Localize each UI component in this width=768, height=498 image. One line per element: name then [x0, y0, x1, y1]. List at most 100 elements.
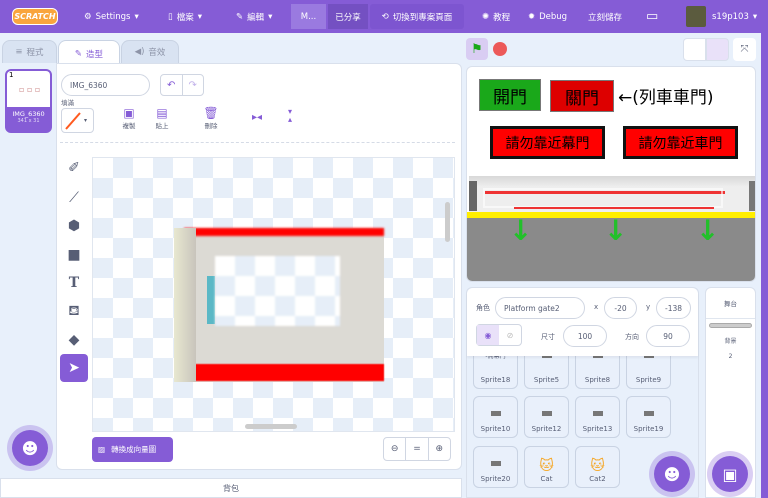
paste-button[interactable]: ▤ 貼上 — [151, 106, 173, 130]
settings-menu[interactable]: ⚙ Settings ▾ — [84, 0, 139, 33]
costume-item[interactable]: 1 ▫ ▫ ▫ IMG_6360 341 x 31 — [5, 69, 52, 133]
small-stage-button[interactable] — [683, 38, 706, 61]
eye-icon[interactable]: ◉ — [477, 325, 499, 345]
platform-door-warning: 請勿靠近幕門 — [490, 126, 605, 159]
x-input[interactable]: -20 — [604, 297, 637, 319]
account-menu[interactable]: s19p103 ▾ — [712, 0, 757, 33]
file-menu[interactable]: ▯ 檔案 ▾ — [168, 0, 202, 33]
convert-to-vector-button[interactable]: ▨ 轉換成向量圖 — [92, 437, 173, 462]
stage-canvas[interactable]: 開門 關門 ←(列車車門) 請勿靠近幕門 請勿靠近車門 ↓ ↓ ↓ — [466, 66, 756, 282]
select-tool[interactable]: ➤ — [60, 354, 88, 382]
speaker-icon: ◀) — [134, 47, 145, 57]
brush-icon: ✎ — [74, 48, 83, 59]
sprite-tile[interactable]: 🐱 Cat2 — [575, 446, 620, 488]
image-icon: ▨ — [98, 445, 106, 454]
pencil-icon: ✎ — [236, 11, 244, 22]
redo-icon[interactable]: ↷ — [183, 75, 204, 95]
brush-tool[interactable]: ✐ — [60, 154, 88, 182]
undo-icon[interactable]: ↶ — [161, 75, 183, 95]
cat-icon: 🐱 — [539, 458, 554, 474]
vertical-scrollbar[interactable] — [445, 202, 450, 242]
cat-icon: 🐱 — [590, 458, 605, 474]
cat-add-icon: ☻ — [663, 464, 681, 484]
choose-costume-button[interactable]: ☻ — [12, 430, 48, 466]
switch-icon: ⟲ — [381, 11, 389, 22]
tab-code[interactable]: ≡ 程式 — [2, 40, 57, 64]
bug-icon: ✹ — [528, 11, 536, 22]
file-icon: ▯ — [168, 11, 173, 22]
sprite-tile[interactable]: Sprite20 — [473, 446, 518, 488]
sprite-tile[interactable]: Sprite13 — [575, 396, 620, 438]
horizontal-scrollbar[interactable] — [245, 424, 297, 429]
green-flag-icon[interactable]: ⚑ — [466, 38, 488, 60]
sprite-tile[interactable]: Sprite19 — [626, 396, 671, 438]
debug-button[interactable]: ✹ Debug — [528, 0, 567, 33]
fill-tool[interactable]: ⛾ — [60, 298, 88, 326]
choose-backdrop-button[interactable]: ▣ — [712, 456, 748, 492]
caret-down-icon: ▾ — [134, 11, 139, 22]
sprite-tile[interactable]: Sprite12 — [524, 396, 569, 438]
sprite-tile[interactable]: Sprite10 — [473, 396, 518, 438]
eye-hidden-icon[interactable]: ⊘ — [499, 325, 521, 345]
trash-icon: 🗑 — [203, 106, 219, 120]
sprite-info: 角色 Platform gate2 x -20 y -138 ◉ ⊘ 尺寸 10… — [467, 288, 698, 356]
direction-input[interactable]: 90 — [646, 325, 690, 347]
image-add-icon: ▣ — [722, 464, 738, 484]
size-input[interactable]: 100 — [563, 325, 607, 347]
code-icon: ≡ — [15, 47, 23, 57]
tutorials-button[interactable]: ✺ 教程 — [482, 0, 510, 33]
stop-icon[interactable] — [493, 42, 507, 56]
tab-sounds[interactable]: ◀) 音效 — [121, 40, 179, 64]
scratch-logo[interactable]: SCRATCH — [12, 8, 58, 25]
delete-button[interactable]: 🗑 刪除 — [200, 106, 222, 130]
sprite-name-input[interactable]: Platform gate2 — [495, 297, 585, 319]
shared-button[interactable]: 已分享 — [328, 4, 368, 29]
backdrop-thumbnail — [709, 323, 752, 328]
edit-menu[interactable]: ✎ 編輯 ▾ — [236, 0, 272, 33]
zoom-in-icon[interactable]: ⊕ — [429, 438, 450, 460]
train-door-warning: 請勿靠近車門 — [623, 126, 738, 159]
save-now-button[interactable]: 立刻儲存 — [588, 0, 622, 33]
rectangle-tool[interactable]: ■ — [60, 241, 88, 269]
train-doors-note: ←(列車車門) — [618, 87, 714, 108]
open-door-button[interactable]: 開門 — [479, 79, 541, 111]
gear-icon: ⚙ — [84, 11, 92, 22]
caret-down-icon: ▾ — [84, 117, 88, 124]
costume-image — [174, 228, 384, 382]
sprite-tile[interactable]: 🐱 Cat — [524, 446, 569, 488]
see-project-page-button[interactable]: ⟲ 切換到專案頁面 — [370, 4, 464, 29]
eraser-tool[interactable]: ◆ — [60, 326, 88, 354]
train-sprite — [469, 176, 755, 212]
divider — [60, 142, 455, 143]
y-input[interactable]: -138 — [656, 297, 691, 319]
text-tool[interactable]: T — [60, 269, 88, 297]
flip-horizontal-icon[interactable]: ▸◂ — [252, 112, 262, 123]
flip-vertical-icon[interactable]: ▾ ▴ — [288, 108, 292, 124]
costume-thumbnail: ▫ ▫ ▫ — [19, 85, 41, 94]
caret-down-icon: ▾ — [197, 11, 202, 22]
copy-button[interactable]: ▣ 複製 — [118, 106, 140, 130]
choose-sprite-button[interactable]: ☻ — [654, 456, 690, 492]
caret-down-icon: ▾ — [752, 11, 758, 22]
arrow-down-icon: ↓ — [696, 214, 720, 247]
line-tool[interactable]: ⟋ — [60, 184, 88, 212]
zoom-reset-button[interactable]: = — [406, 438, 429, 460]
lightbulb-icon: ✺ — [482, 11, 490, 22]
large-stage-button[interactable] — [706, 38, 729, 61]
cat-add-icon: ☻ — [21, 438, 39, 458]
caret-down-icon: ▾ — [268, 11, 273, 22]
paint-canvas[interactable] — [92, 157, 455, 432]
close-door-button[interactable]: 關門 — [550, 80, 614, 112]
folder-icon[interactable]: ▭ — [646, 0, 658, 33]
zoom-controls: ⊖ = ⊕ — [383, 437, 451, 461]
costume-name-input[interactable]: IMG_6360 — [61, 74, 150, 96]
project-title-input[interactable]: M... — [291, 4, 326, 29]
arrow-down-icon: ↓ — [604, 214, 628, 247]
backpack[interactable]: 背包 — [0, 478, 462, 498]
menu-bar: SCRATCH ⚙ Settings ▾ ▯ 檔案 ▾ ✎ 編輯 ▾ M... 已分享 ⟲ 切… — [0, 0, 768, 33]
fill-color-picker[interactable]: ▾ — [61, 108, 94, 133]
circle-tool[interactable]: ⬢ — [60, 212, 88, 240]
fullscreen-icon[interactable]: ⤧ — [733, 38, 756, 61]
avatar[interactable] — [686, 6, 706, 27]
zoom-out-icon[interactable]: ⊖ — [384, 438, 407, 460]
